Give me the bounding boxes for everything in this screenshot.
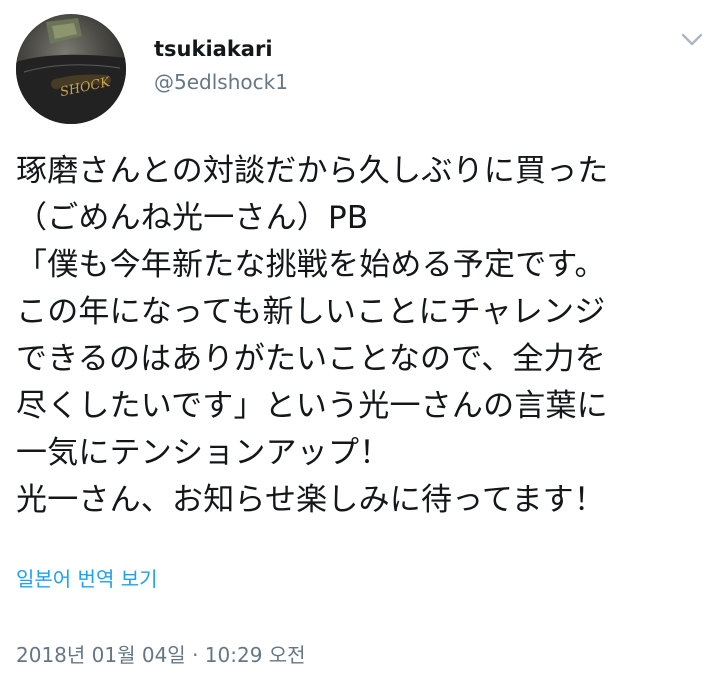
tweet-text-line: 「僕も今年新たな挑戦を始める予定です。 bbox=[16, 247, 606, 283]
tweet-header: SHOCK tsukiakari @5edlshock1 bbox=[16, 14, 706, 124]
display-name[interactable]: tsukiakari bbox=[154, 36, 288, 62]
avatar-image: SHOCK bbox=[16, 18, 126, 124]
translate-tweet-link[interactable]: 일본어 번역 보기 bbox=[16, 566, 158, 592]
avatar[interactable]: SHOCK bbox=[16, 14, 126, 124]
tweet-text-line: 尽くしたいです」という光一さんの言葉に bbox=[16, 388, 608, 424]
tweet-text-line: できるのはありがたいことなので、全力を bbox=[16, 341, 607, 377]
tweet-card: SHOCK tsukiakari @5edlshock1 琢磨さんとの対談だから… bbox=[0, 0, 720, 676]
tweet-text: 琢磨さんとの対談だから久しぶりに買った （ごめんね光一さん）PB 「僕も今年新た… bbox=[16, 148, 706, 524]
tweet-text-line: （ごめんね光一さん）PB bbox=[16, 200, 369, 236]
tweet-text-line: 光一さん、お知らせ楽しみに待ってます！ bbox=[16, 482, 606, 518]
tweet-text-line: 琢磨さんとの対談だから久しぶりに買った bbox=[16, 153, 609, 189]
tweet-text-line: この年になっても新しいことにチャレンジ bbox=[16, 294, 606, 330]
chevron-down-icon bbox=[681, 33, 703, 46]
user-handle[interactable]: @5edlshock1 bbox=[154, 70, 288, 94]
tweet-timestamp[interactable]: 2018년 01월 04일 · 10:29 오전 bbox=[16, 642, 306, 668]
tweet-menu-button[interactable] bbox=[678, 30, 706, 50]
author-names: tsukiakari @5edlshock1 bbox=[154, 36, 288, 94]
tweet-text-line: 一気にテンションアップ！ bbox=[16, 435, 391, 471]
